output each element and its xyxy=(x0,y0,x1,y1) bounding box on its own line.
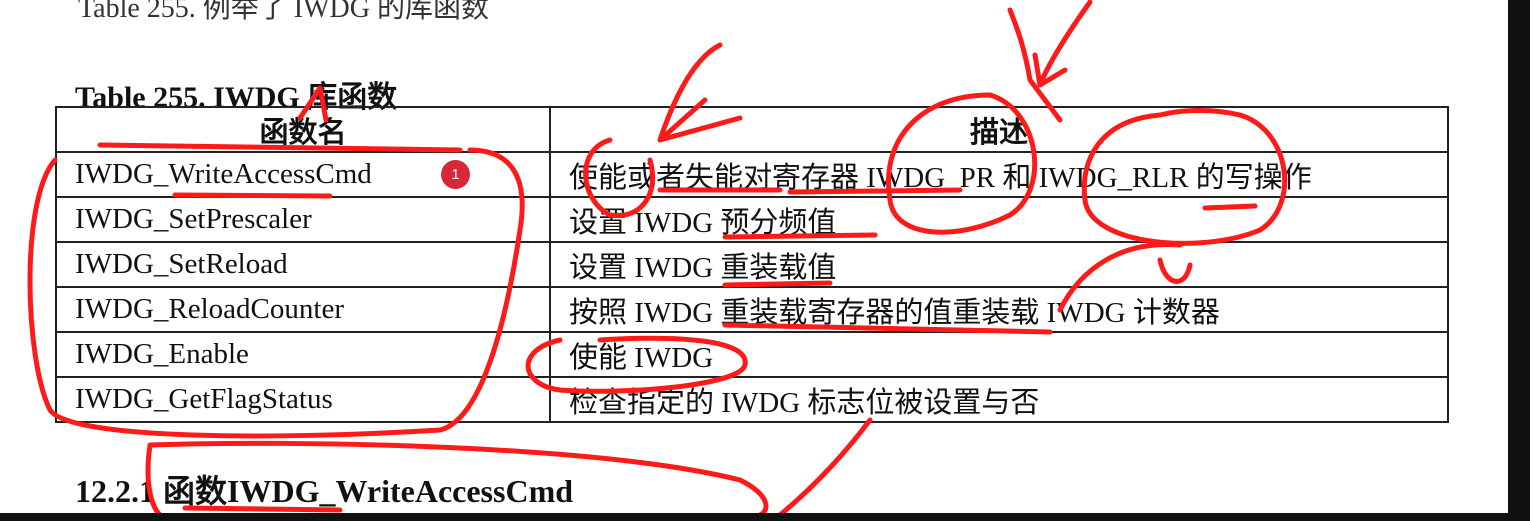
ink-hook-rlr xyxy=(1157,257,1193,284)
bottom-dark-bar xyxy=(0,513,1530,521)
ink-box-section xyxy=(145,440,769,518)
ink-underline-reload xyxy=(722,280,833,288)
ink-underline-reloadcounter xyxy=(722,322,1053,335)
ink-arrow-bottom xyxy=(777,417,873,518)
ink-circle-enable xyxy=(525,335,748,394)
ink-arrow-left xyxy=(657,42,743,143)
right-dark-edge xyxy=(1508,0,1530,521)
ink-underline-prescale xyxy=(722,232,878,240)
ink-caret-table-title xyxy=(297,85,329,123)
ink-circle-iwdg-pr xyxy=(886,92,1038,235)
ink-circle-iwdg-rlr xyxy=(1081,108,1288,246)
ink-circle-or xyxy=(583,137,656,219)
ink-underline-registers xyxy=(657,187,963,195)
ink-underline-rlr xyxy=(1202,203,1258,211)
ink-underline-writeaccess xyxy=(172,192,333,199)
ink-underline-section xyxy=(182,505,343,513)
handwritten-annotations xyxy=(27,0,1288,518)
ink-circle-function-names xyxy=(27,147,525,439)
ink-curve-reload xyxy=(1057,241,1183,313)
ink-header-stroke xyxy=(97,142,463,153)
ink-arrow-top xyxy=(1007,0,1093,123)
